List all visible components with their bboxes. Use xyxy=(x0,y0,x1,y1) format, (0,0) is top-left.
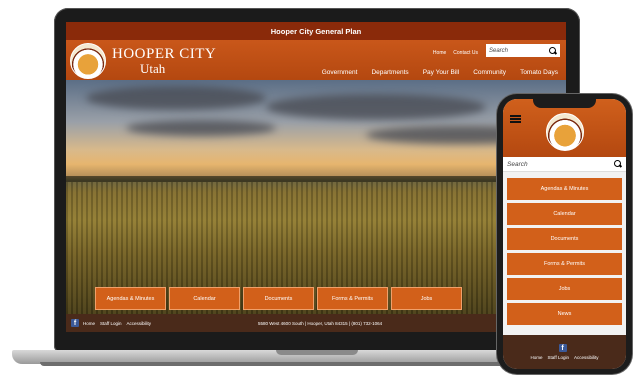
nav-item-government[interactable]: Government xyxy=(322,69,358,76)
footer-link-home[interactable]: Home xyxy=(83,321,95,326)
util-link-home[interactable]: Home xyxy=(433,50,446,56)
phone-notch xyxy=(533,99,596,108)
phone-link-calendar[interactable]: Calendar xyxy=(507,203,622,225)
phone-link-news[interactable]: News xyxy=(507,303,622,325)
util-link-contact[interactable]: Contact Us xyxy=(453,50,478,56)
cloud xyxy=(86,86,266,110)
footer-address: 5580 West 4600 South | Hooper, Utah 8431… xyxy=(258,321,383,326)
quick-link-documents[interactable]: Documents xyxy=(243,287,314,310)
nav-item-tomato-days[interactable]: Tomato Days xyxy=(520,69,558,76)
brand-state: Utah xyxy=(140,61,166,76)
brand-name: HOOPER CITY xyxy=(112,46,217,62)
laptop-screen: Hooper City General Plan HOOPER CITY Uta… xyxy=(66,22,566,332)
search-icon[interactable] xyxy=(549,46,557,55)
laptop-notch xyxy=(276,350,358,355)
phone-quick-links: Agendas & Minutes Calendar Documents For… xyxy=(503,172,626,325)
nav-item-pay-your-bill[interactable]: Pay Your Bill xyxy=(423,69,460,76)
topbar-title[interactable]: Hooper City General Plan xyxy=(271,27,361,36)
phone-footer-home[interactable]: Home xyxy=(531,355,543,360)
device-mockup: Hooper City General Plan HOOPER CITY Uta… xyxy=(0,0,637,375)
search-placeholder: Search xyxy=(489,47,509,54)
phone-link-forms[interactable]: Forms & Permits xyxy=(507,253,622,275)
cloud xyxy=(126,120,276,136)
footer-link-staff-login[interactable]: Staff Login xyxy=(100,321,121,326)
city-seal-logo[interactable] xyxy=(546,113,584,151)
quick-links: Agendas & Minutes Calendar Documents For… xyxy=(95,287,462,310)
phone-footer-links: Home Staff Login Accessibility xyxy=(531,355,599,360)
site-header: HOOPER CITY Utah Home Contact Us Search … xyxy=(66,40,566,80)
phone-link-agendas[interactable]: Agendas & Minutes xyxy=(507,178,622,200)
phone-link-jobs[interactable]: Jobs xyxy=(507,278,622,300)
hamburger-icon[interactable] xyxy=(510,115,521,123)
hero-image-wheat-field: Agendas & Minutes Calendar Documents For… xyxy=(66,80,566,314)
cloud xyxy=(266,94,486,120)
footer-link-accessibility[interactable]: Accessibility xyxy=(126,321,151,326)
search-icon[interactable] xyxy=(614,160,622,168)
quick-link-agendas[interactable]: Agendas & Minutes xyxy=(95,287,166,310)
phone-footer-staff-login[interactable]: Staff Login xyxy=(548,355,569,360)
phone-footer: f Home Staff Login Accessibility xyxy=(503,335,626,369)
quick-link-jobs[interactable]: Jobs xyxy=(391,287,462,310)
utility-links: Home Contact Us xyxy=(433,50,478,56)
quick-link-calendar[interactable]: Calendar xyxy=(169,287,240,310)
site-footer: f Home Staff Login Accessibility 5580 We… xyxy=(66,314,566,332)
main-nav: Government Departments Pay Your Bill Com… xyxy=(322,69,558,76)
site-topbar[interactable]: Hooper City General Plan xyxy=(66,22,566,40)
nav-item-departments[interactable]: Departments xyxy=(371,69,408,76)
phone-screen: Search Agendas & Minutes Calendar Docume… xyxy=(503,99,626,369)
facebook-icon[interactable]: f xyxy=(558,344,567,352)
nav-item-community[interactable]: Community xyxy=(473,69,506,76)
search-input[interactable]: Search xyxy=(486,44,560,57)
quick-link-forms[interactable]: Forms & Permits xyxy=(317,287,388,310)
phone-footer-accessibility[interactable]: Accessibility xyxy=(574,355,599,360)
phone-search-placeholder: Search xyxy=(507,160,528,168)
phone-search-input[interactable]: Search xyxy=(503,157,626,172)
site-brand[interactable]: HOOPER CITY Utah xyxy=(112,46,217,76)
phone-link-documents[interactable]: Documents xyxy=(507,228,622,250)
footer-links: Home Staff Login Accessibility xyxy=(83,321,151,326)
facebook-icon[interactable]: f xyxy=(71,319,79,327)
city-seal-logo[interactable] xyxy=(70,43,106,79)
